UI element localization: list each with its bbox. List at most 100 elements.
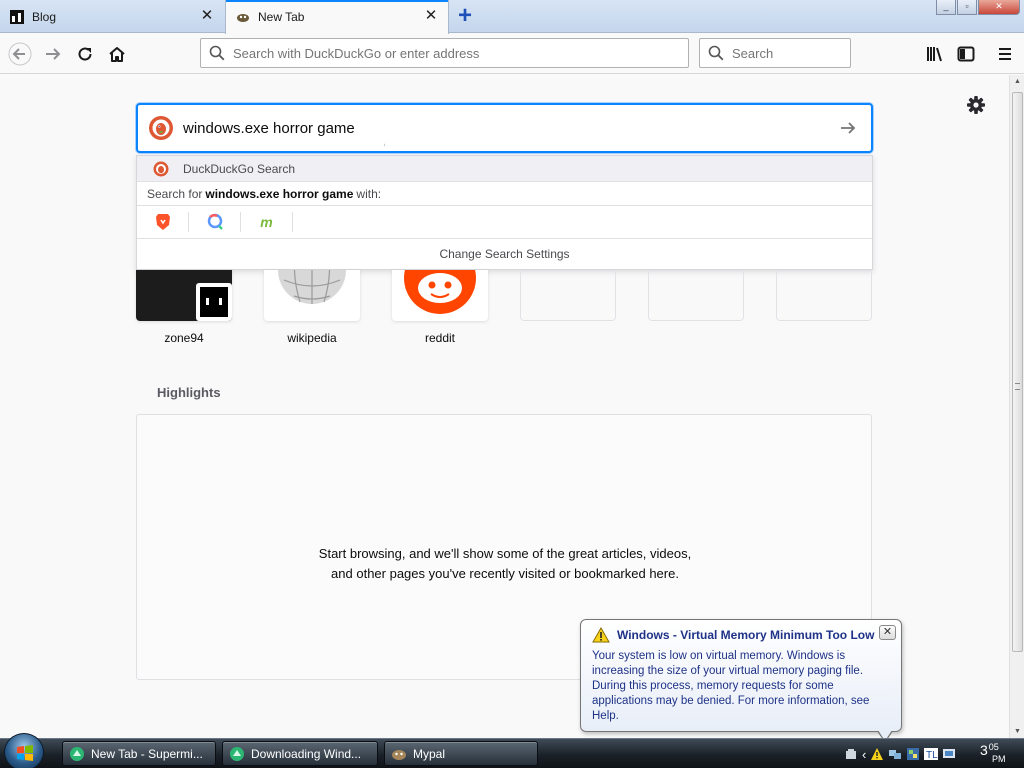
supermium-icon	[230, 746, 244, 761]
top-site-placeholder	[776, 270, 872, 321]
address-bar[interactable]	[200, 38, 689, 68]
site-icon-frame	[196, 283, 232, 321]
taskbar-button-new-tab[interactable]: New Tab - Supermi...	[62, 741, 216, 766]
back-arrow-icon	[8, 42, 32, 66]
brave-icon	[155, 214, 170, 230]
search-input[interactable]	[732, 45, 832, 61]
system-tray: ‹ TL	[844, 739, 956, 768]
window-close-icon[interactable]: ✕	[978, 0, 1020, 15]
scrollbar-thumb[interactable]	[1012, 92, 1023, 652]
close-tab-icon[interactable]: ✕	[200, 8, 214, 23]
svg-text:TL: TL	[926, 750, 938, 761]
menu-button[interactable]	[991, 40, 1019, 68]
top-site-reddit[interactable]: reddit	[392, 270, 488, 345]
top-site-thumbnail	[264, 270, 360, 321]
clock-minutes: 05	[988, 742, 999, 752]
minimize-icon[interactable]: _	[936, 0, 956, 15]
top-site-zone94[interactable]: zone94	[136, 270, 232, 345]
top-site-empty[interactable]	[648, 270, 744, 331]
search-query-text[interactable]: windows.exe horror game	[183, 120, 355, 137]
mojeek-search-button[interactable]: m	[241, 212, 293, 232]
input-method-icon[interactable]: TL	[924, 747, 939, 761]
change-search-settings-button[interactable]: Change Search Settings	[137, 239, 872, 269]
taskbar: New Tab - Supermi... Downloading Wind...…	[0, 733, 1024, 768]
new-tab-plus-icon[interactable]: +	[452, 4, 478, 29]
taskbar-button-label: Downloading Wind...	[251, 746, 362, 761]
keyboard-icon[interactable]	[844, 747, 858, 761]
back-button[interactable]	[6, 40, 34, 68]
zone94-icon	[200, 287, 228, 317]
balloon-body: Your system is low on virtual memory. Wi…	[592, 650, 870, 722]
maximize-icon[interactable]: ▫	[957, 0, 977, 15]
scroll-up-icon[interactable]: ▲	[1013, 78, 1022, 85]
top-site-label: reddit	[424, 331, 456, 345]
library-icon	[927, 47, 942, 62]
newtab-search-box[interactable]: windows.exe horror game	[136, 103, 873, 153]
text-cursor-icon	[384, 143, 385, 147]
sidebar-button[interactable]	[952, 40, 980, 68]
forward-button[interactable]	[39, 40, 67, 68]
clock-hour: 3	[980, 742, 988, 758]
search-bar[interactable]	[699, 38, 851, 68]
taskbar-button-mypal[interactable]: Mypal	[384, 741, 538, 766]
tab-title: New Tab	[258, 10, 305, 24]
tab-strip: Blog ✕ New Tab ✕ + _ ▫ ✕	[0, 0, 1024, 34]
home-icon	[109, 47, 125, 62]
start-button[interactable]	[4, 733, 44, 768]
home-button[interactable]	[103, 40, 131, 68]
scroll-down-icon[interactable]: ▼	[1013, 728, 1022, 735]
top-site-placeholder	[520, 270, 616, 321]
top-site-label: zone94	[164, 331, 204, 345]
engine-label: DuckDuckGo Search	[183, 161, 296, 176]
one-off-engines: m	[137, 206, 872, 239]
go-arrow-icon[interactable]	[839, 119, 857, 137]
top-site-placeholder	[648, 270, 744, 321]
taskbar-button-downloading[interactable]: Downloading Wind...	[222, 741, 378, 766]
ddg-favicon-icon	[237, 14, 249, 22]
search-for-query: windows.exe horror game	[205, 186, 354, 201]
taskbar-button-label: New Tab - Supermi...	[91, 746, 203, 761]
mojeek-icon: m	[260, 214, 273, 230]
suggestion-engine-row[interactable]: DuckDuckGo Search	[137, 156, 872, 182]
windows-logo-icon	[17, 745, 33, 761]
tab-title: Blog	[32, 9, 57, 24]
balloon-close-button[interactable]: ✕	[879, 625, 896, 640]
supermium-icon	[70, 746, 84, 761]
close-tab-icon[interactable]: ✕	[424, 8, 438, 23]
tab-new-tab[interactable]: New Tab ✕	[225, 0, 449, 34]
gear-icon[interactable]	[965, 94, 987, 116]
qwant-icon	[207, 213, 223, 230]
mypal-icon	[392, 749, 406, 760]
search-for-suffix: with:	[356, 186, 382, 201]
navigation-toolbar	[0, 34, 1024, 74]
language-icon[interactable]	[906, 747, 920, 761]
qwant-search-button[interactable]	[189, 212, 241, 232]
tray-expand-icon[interactable]: ‹	[862, 747, 866, 762]
top-site-wikipedia[interactable]: wikipedia	[264, 270, 360, 345]
duckduckgo-icon	[153, 161, 169, 176]
top-site-empty[interactable]	[776, 270, 872, 331]
library-button[interactable]	[921, 40, 949, 68]
reload-icon	[78, 47, 92, 61]
highlights-empty-message: Start browsing, and we'll show some of t…	[318, 546, 692, 581]
wikipedia-globe-icon	[278, 270, 346, 304]
search-for-prefix: Search for	[147, 186, 203, 201]
clock-ampm: PM	[992, 754, 1006, 764]
warning-tray-icon[interactable]	[870, 747, 884, 761]
virtual-memory-balloon[interactable]: Windows - Virtual Memory Minimum Too Low…	[580, 619, 902, 743]
search-suggestions-dropdown: DuckDuckGo Search Search for windows.exe…	[136, 155, 873, 270]
balloon-title: Windows - Virtual Memory Minimum Too Low	[617, 628, 875, 642]
brave-search-button[interactable]	[137, 212, 189, 232]
system-clock[interactable]: 3 05 PM	[980, 742, 1006, 764]
blog-favicon-icon	[10, 9, 24, 24]
display-icon[interactable]	[942, 747, 956, 761]
tab-blog[interactable]: Blog ✕	[0, 0, 224, 33]
reload-button[interactable]	[71, 40, 99, 68]
address-input[interactable]	[233, 45, 653, 61]
forward-arrow-icon	[46, 48, 61, 60]
hamburger-menu-icon	[999, 48, 1011, 60]
vertical-scrollbar[interactable]: ▲ ▼	[1009, 75, 1024, 738]
network-icon[interactable]	[888, 747, 902, 761]
reddit-logo-icon	[404, 270, 476, 314]
top-site-empty[interactable]	[520, 270, 616, 331]
